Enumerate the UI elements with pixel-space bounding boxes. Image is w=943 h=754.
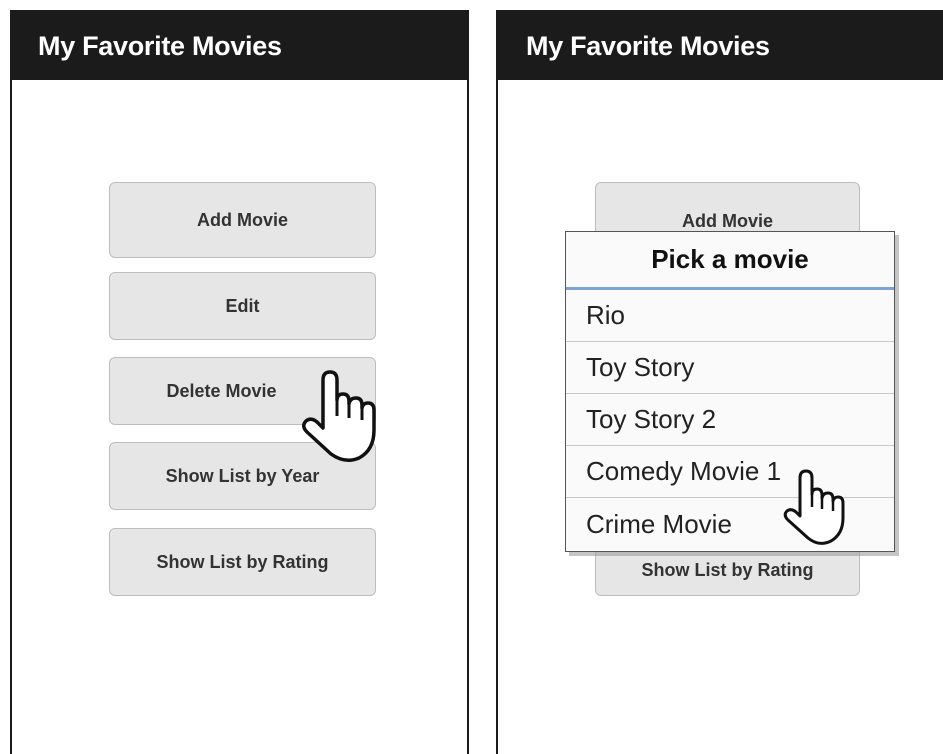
popup-title: Pick a movie	[566, 232, 894, 290]
app-title: My Favorite Movies	[526, 30, 770, 61]
movie-option-toy-story[interactable]: Toy Story	[566, 342, 894, 394]
add-movie-button[interactable]: Add Movie	[109, 182, 376, 258]
movie-option-rio[interactable]: Rio	[566, 290, 894, 342]
app-title-bar: My Favorite Movies	[498, 12, 943, 80]
hand-pointer-icon	[302, 370, 376, 462]
app-title: My Favorite Movies	[38, 30, 282, 61]
hand-pointer-icon	[783, 469, 845, 545]
left-phone-screen: My Favorite Movies Add Movie Edit Delete…	[10, 10, 469, 754]
movie-option-toy-story-2[interactable]: Toy Story 2	[566, 394, 894, 446]
edit-button[interactable]: Edit	[109, 272, 376, 340]
app-title-bar: My Favorite Movies	[12, 12, 467, 80]
show-list-by-rating-button[interactable]: Show List by Rating	[109, 528, 376, 596]
